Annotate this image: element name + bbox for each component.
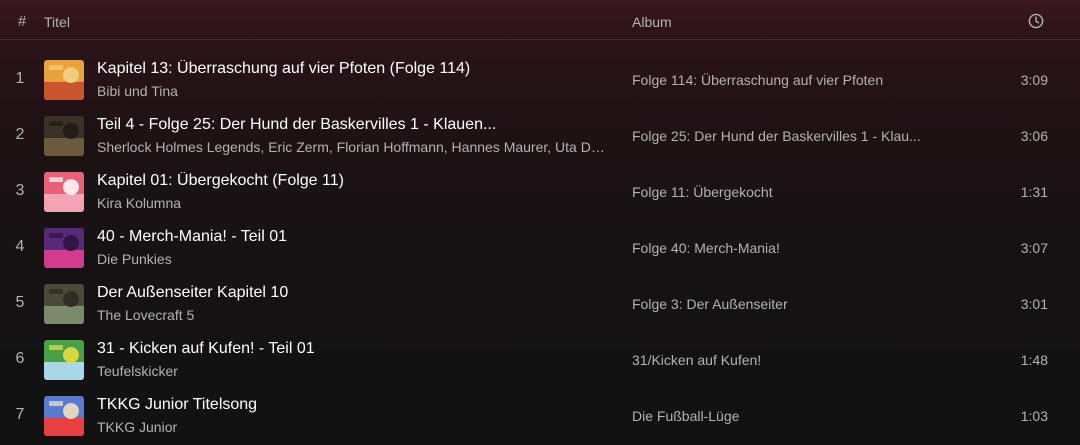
track-number: 3: [15, 182, 25, 199]
column-header-album[interactable]: Album: [632, 14, 672, 30]
track-duration: 3:06: [1020, 128, 1048, 144]
track-duration: 1:31: [1020, 184, 1048, 200]
album-cover: [44, 172, 84, 212]
track-row[interactable]: 2 Teil 4 - Folge 25: Der Hund der Basker…: [0, 108, 1080, 164]
album-cover: [44, 60, 84, 100]
track-row[interactable]: 4 40 - Merch-Mania! - Teil 01 Die Punkie…: [0, 220, 1080, 276]
track-artist[interactable]: Die Punkies: [97, 251, 607, 267]
album-cover: [44, 340, 84, 380]
track-album[interactable]: Folge 40: Merch-Mania!: [632, 240, 922, 256]
tracklist-header: # Titel Album: [0, 0, 1080, 40]
track-album[interactable]: 31/Kicken auf Kufen!: [632, 352, 922, 368]
track-row[interactable]: 7 TKKG Junior Titelsong TKKG Junior Die …: [0, 388, 1080, 444]
album-cover: [44, 396, 84, 436]
track-number: 1: [15, 70, 25, 87]
track-album[interactable]: Folge 25: Der Hund der Baskervilles 1 - …: [632, 128, 922, 144]
track-title[interactable]: TKKG Junior Titelsong: [97, 396, 607, 414]
album-cover: [44, 284, 84, 324]
track-row[interactable]: 3 Kapitel 01: Übergekocht (Folge 11) Kir…: [0, 164, 1080, 220]
track-album[interactable]: Die Fußball-Lüge: [632, 408, 922, 424]
album-cover: [44, 228, 84, 268]
track-title[interactable]: Kapitel 13: Überraschung auf vier Pfoten…: [97, 60, 607, 78]
track-row[interactable]: 6 31 - Kicken auf Kufen! - Teil 01 Teufe…: [0, 332, 1080, 388]
track-duration: 1:03: [1020, 408, 1048, 424]
track-number: 6: [15, 350, 25, 367]
track-title[interactable]: 31 - Kicken auf Kufen! - Teil 01: [97, 340, 607, 358]
tracklist-view: # Titel Album 1 Kapitel 13: Überraschung…: [0, 0, 1080, 445]
track-artist[interactable]: Teufelskicker: [97, 363, 607, 379]
clock-icon[interactable]: [1028, 13, 1044, 29]
track-artist[interactable]: Bibi und Tina: [97, 83, 607, 99]
track-duration: 1:48: [1020, 352, 1048, 368]
track-album[interactable]: Folge 11: Übergekocht: [632, 184, 922, 200]
track-album[interactable]: Folge 3: Der Außenseiter: [632, 296, 922, 312]
track-row[interactable]: 1 Kapitel 13: Überraschung auf vier Pfot…: [0, 52, 1080, 108]
track-row[interactable]: 5 Der Außenseiter Kapitel 10 The Lovecra…: [0, 276, 1080, 332]
track-artist[interactable]: TKKG Junior: [97, 419, 607, 435]
track-title[interactable]: 40 - Merch-Mania! - Teil 01: [97, 228, 607, 246]
track-duration: 3:01: [1020, 296, 1048, 312]
track-title[interactable]: Teil 4 - Folge 25: Der Hund der Baskervi…: [97, 116, 607, 134]
track-number: 2: [15, 126, 25, 143]
track-number: 4: [15, 238, 25, 255]
track-title[interactable]: Der Außenseiter Kapitel 10: [97, 284, 607, 302]
album-cover: [44, 116, 84, 156]
track-artist[interactable]: Kira Kolumna: [97, 195, 607, 211]
column-header-title[interactable]: Titel: [44, 14, 70, 30]
track-artist[interactable]: Sherlock Holmes Legends, Eric Zerm, Flor…: [97, 139, 607, 155]
track-duration: 3:09: [1020, 72, 1048, 88]
track-duration: 3:07: [1020, 240, 1048, 256]
track-album[interactable]: Folge 114: Überraschung auf vier Pfoten: [632, 72, 922, 88]
track-artist[interactable]: The Lovecraft 5: [97, 307, 607, 323]
track-number: 5: [15, 294, 25, 311]
track-number: 7: [15, 406, 25, 423]
track-title[interactable]: Kapitel 01: Übergekocht (Folge 11): [97, 172, 607, 190]
column-header-number[interactable]: #: [16, 13, 28, 30]
